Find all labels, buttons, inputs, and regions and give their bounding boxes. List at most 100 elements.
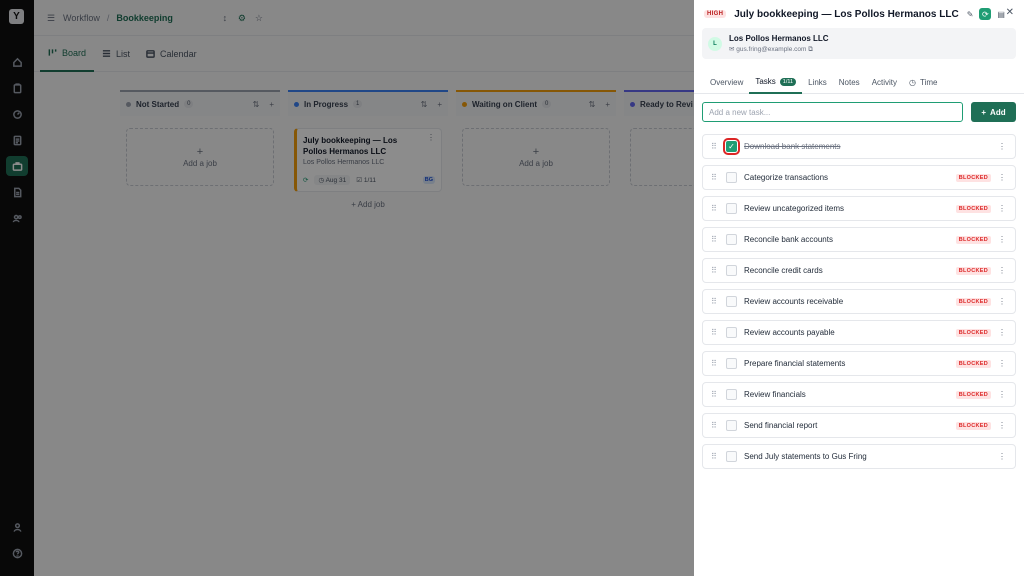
- task-menu-icon[interactable]: ⋮: [998, 452, 1006, 461]
- task-name[interactable]: Send July statements to Gus Fring: [744, 452, 867, 461]
- drag-handle-icon[interactable]: ⠿: [711, 359, 721, 368]
- task-checkbox[interactable]: ✓: [723, 138, 740, 155]
- blocked-badge: BLOCKED: [955, 390, 991, 399]
- task-checkbox[interactable]: [726, 296, 737, 307]
- tab-overview[interactable]: Overview: [704, 72, 749, 94]
- new-task-input[interactable]: [702, 102, 963, 122]
- task-checkbox[interactable]: [726, 389, 737, 400]
- task-menu-icon[interactable]: ⋮: [998, 421, 1006, 430]
- drawer-header: HIGH July bookkeeping — Los Pollos Herma…: [694, 0, 1024, 28]
- task-menu-icon[interactable]: ⋮: [998, 142, 1006, 151]
- blocked-badge: BLOCKED: [955, 173, 991, 182]
- blocked-badge: BLOCKED: [955, 328, 991, 337]
- task-row[interactable]: ⠿ Review accounts payable BLOCKED ⋮: [702, 320, 1016, 345]
- add-task-row: +Add: [702, 102, 1016, 122]
- blocked-badge: BLOCKED: [955, 266, 991, 275]
- task-menu-icon[interactable]: ⋮: [998, 390, 1006, 399]
- tab-notes-label: Notes: [838, 78, 860, 87]
- client-email-text: gus.fring@example.com: [736, 45, 807, 53]
- task-menu-icon[interactable]: ⋮: [998, 297, 1006, 306]
- task-name[interactable]: Prepare financial statements: [744, 359, 845, 368]
- modal-backdrop[interactable]: [0, 0, 694, 576]
- tab-tasks[interactable]: Tasks 1/11: [749, 72, 803, 94]
- drag-handle-icon[interactable]: ⠿: [711, 297, 721, 306]
- priority-badge: HIGH: [704, 10, 727, 18]
- task-checkbox[interactable]: [726, 420, 737, 431]
- mail-icon: ✉: [729, 45, 735, 53]
- task-name[interactable]: Review accounts payable: [744, 328, 835, 337]
- tab-links-label: Links: [808, 78, 827, 87]
- task-row[interactable]: ⠿ Categorize transactions BLOCKED ⋮: [702, 165, 1016, 190]
- task-menu-icon[interactable]: ⋮: [998, 266, 1006, 275]
- blocked-badge: BLOCKED: [955, 359, 991, 368]
- client-email: ✉ gus.fring@example.com ⧉: [729, 45, 829, 54]
- task-name[interactable]: Categorize transactions: [744, 173, 828, 182]
- drawer-title: July bookkeeping — Los Pollos Hermanos L…: [734, 8, 959, 20]
- drag-handle-icon[interactable]: ⠿: [711, 390, 721, 399]
- task-row[interactable]: ⠿ Reconcile credit cards BLOCKED ⋮: [702, 258, 1016, 283]
- drag-handle-icon[interactable]: ⠿: [711, 173, 721, 182]
- task-row[interactable]: ⠿ Reconcile bank accounts BLOCKED ⋮: [702, 227, 1016, 252]
- task-name[interactable]: Reconcile bank accounts: [744, 235, 833, 244]
- add-task-button[interactable]: + Add: [971, 102, 1016, 122]
- client-avatar: L: [708, 36, 722, 51]
- add-task-label: Add: [990, 107, 1006, 117]
- drag-handle-icon[interactable]: ⠿: [711, 266, 721, 275]
- blocked-badge: BLOCKED: [955, 204, 991, 213]
- tab-overview-label: Overview: [710, 78, 744, 87]
- drag-handle-icon[interactable]: ⠿: [711, 204, 721, 213]
- drag-handle-icon[interactable]: ⠿: [711, 235, 721, 244]
- archive-icon[interactable]: ▤: [997, 10, 1005, 19]
- task-row[interactable]: ⠿ Review financials BLOCKED ⋮: [702, 382, 1016, 407]
- task-name[interactable]: Reconcile credit cards: [744, 266, 823, 275]
- task-menu-icon[interactable]: ⋮: [998, 359, 1006, 368]
- drawer-tabs: Overview Tasks 1/11 Links Notes Activity …: [694, 72, 1024, 94]
- task-checkbox[interactable]: [726, 203, 737, 214]
- task-name[interactable]: Review uncategorized items: [744, 204, 844, 213]
- task-checkbox[interactable]: [726, 234, 737, 245]
- recurring-icon[interactable]: ⟳: [979, 8, 992, 20]
- copy-icon[interactable]: ⧉: [808, 46, 813, 53]
- task-checkbox[interactable]: [726, 265, 737, 276]
- blocked-badge: BLOCKED: [955, 421, 991, 430]
- plus-icon: +: [981, 107, 987, 117]
- task-row[interactable]: ⠿ ✓ Download bank statements ⋮: [702, 134, 1016, 159]
- tab-time-label: Time: [920, 78, 938, 87]
- task-name[interactable]: Download bank statements: [744, 142, 841, 151]
- task-name[interactable]: Review financials: [744, 390, 806, 399]
- task-row[interactable]: ⠿ Send July statements to Gus Fring ⋮: [702, 444, 1016, 469]
- client-info: L Los Pollos Hermanos LLC ✉ gus.fring@ex…: [702, 28, 1016, 59]
- tab-activity-label: Activity: [871, 78, 898, 87]
- close-icon[interactable]: ✕: [1006, 7, 1014, 18]
- task-row[interactable]: ⠿ Review uncategorized items BLOCKED ⋮: [702, 196, 1016, 221]
- tab-time[interactable]: ◷ Time: [903, 72, 943, 94]
- tasks-count-badge: 1/11: [779, 77, 797, 86]
- task-name[interactable]: Send financial report: [744, 421, 817, 430]
- task-row[interactable]: ⠿ Send financial report BLOCKED ⋮: [702, 413, 1016, 438]
- blocked-badge: BLOCKED: [955, 235, 991, 244]
- client-name[interactable]: Los Pollos Hermanos LLC: [729, 34, 829, 43]
- task-menu-icon[interactable]: ⋮: [998, 235, 1006, 244]
- drag-handle-icon[interactable]: ⠿: [711, 421, 721, 430]
- task-checkbox[interactable]: [726, 451, 737, 462]
- task-checkbox[interactable]: [726, 327, 737, 338]
- task-checkbox[interactable]: [726, 172, 737, 183]
- task-row[interactable]: ⠿ Prepare financial statements BLOCKED ⋮: [702, 351, 1016, 376]
- task-menu-icon[interactable]: ⋮: [998, 204, 1006, 213]
- task-checkbox[interactable]: [726, 358, 737, 369]
- tab-links[interactable]: Links: [802, 72, 833, 94]
- tab-tasks-label: Tasks: [755, 77, 776, 86]
- drag-handle-icon[interactable]: ⠿: [711, 452, 721, 461]
- task-name[interactable]: Review accounts receivable: [744, 297, 843, 306]
- task-menu-icon[interactable]: ⋮: [998, 328, 1006, 337]
- job-detail-drawer: HIGH July bookkeeping — Los Pollos Herma…: [694, 0, 1024, 576]
- drag-handle-icon[interactable]: ⠿: [711, 328, 721, 337]
- edit-icon[interactable]: ✎: [967, 10, 974, 19]
- task-row[interactable]: ⠿ Review accounts receivable BLOCKED ⋮: [702, 289, 1016, 314]
- drag-handle-icon[interactable]: ⠿: [711, 142, 721, 151]
- tab-activity[interactable]: Activity: [866, 72, 903, 94]
- blocked-badge: BLOCKED: [955, 297, 991, 306]
- tab-notes[interactable]: Notes: [833, 72, 866, 94]
- clock-icon: ◷: [909, 78, 917, 87]
- task-menu-icon[interactable]: ⋮: [998, 173, 1006, 182]
